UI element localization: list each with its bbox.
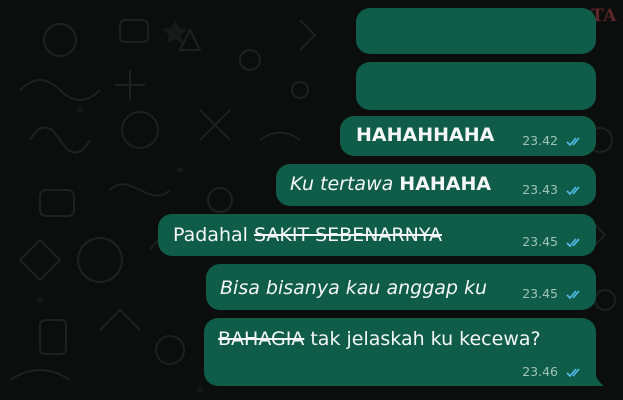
- message-bubble[interactable]: HAHAHHAHA 23.42: [340, 116, 596, 156]
- message-text: HAHAHHAHA: [356, 124, 495, 146]
- message-bubble[interactable]: Ku tertawa HAHAHA 23.43: [276, 164, 596, 206]
- message-time: 23.43: [522, 182, 559, 197]
- message-text: Bisa bisanya kau anggap ku: [220, 277, 488, 299]
- message-text-part: HAHAHA: [399, 173, 492, 195]
- read-ticks-icon: [566, 367, 580, 377]
- message-meta: 23.46: [522, 364, 584, 379]
- message-text: Padahal SAKIT SEBENARNYA: [173, 224, 442, 246]
- message-bubble[interactable]: [356, 8, 596, 54]
- message-text-part: tak jelaskah ku kecewa?: [304, 328, 541, 350]
- read-ticks-icon: [566, 289, 580, 299]
- message-text-part: Ku tertawa: [290, 173, 400, 195]
- message-meta: 23.43: [522, 182, 584, 197]
- message-text-part: Padahal: [173, 224, 254, 246]
- message-text: Ku tertawa HAHAHA: [290, 173, 491, 195]
- message-time: 23.45: [522, 286, 559, 301]
- message-text-part: SAKIT SEBENARNYA: [253, 224, 442, 246]
- message-text-part: BAHAGIA: [218, 328, 305, 350]
- message-time: 23.42: [522, 133, 559, 148]
- read-ticks-icon: [566, 136, 580, 146]
- message-text: BAHAGIA tak jelaskah ku kecewa?: [218, 328, 541, 350]
- bubble-tail: [594, 372, 604, 386]
- message-meta: 23.45: [522, 234, 584, 249]
- message-time: 23.45: [522, 234, 559, 249]
- message-time: 23.46: [522, 364, 559, 379]
- message-bubble[interactable]: Bisa bisanya kau anggap ku 23.45: [206, 264, 596, 310]
- message-bubble[interactable]: BAHAGIA tak jelaskah ku kecewa? 23.46: [204, 318, 596, 386]
- read-ticks-icon: [566, 237, 580, 247]
- message-bubble[interactable]: Padahal SAKIT SEBENARNYA 23.45: [158, 214, 596, 256]
- message-meta: 23.42: [522, 133, 584, 148]
- message-meta: 23.45: [522, 286, 584, 301]
- message-bubble[interactable]: [356, 62, 596, 110]
- read-ticks-icon: [566, 185, 580, 195]
